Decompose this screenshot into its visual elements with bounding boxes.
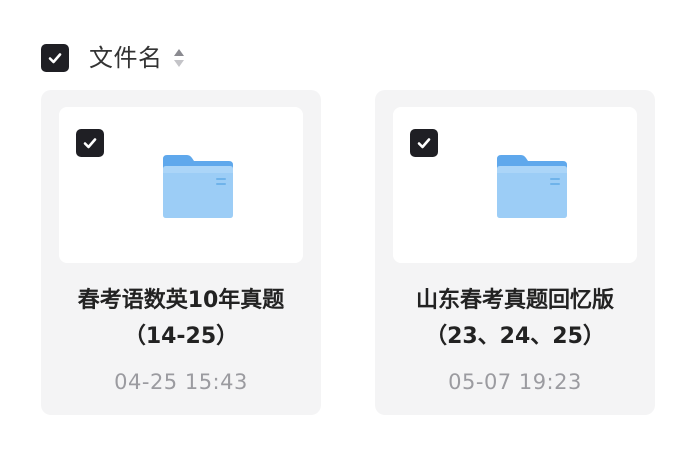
folder-icon	[497, 155, 567, 218]
checkmark-icon	[48, 53, 62, 64]
folder-icon	[163, 155, 233, 218]
file-select-checkbox[interactable]	[410, 129, 438, 157]
sort-updown-icon[interactable]	[173, 47, 185, 69]
file-list-header: 文件名	[41, 42, 185, 74]
file-name: 春考语数英10年真题 （14-25）	[41, 283, 321, 355]
checkmark-icon	[83, 138, 97, 149]
file-name-line1: 山东春考真题回忆版	[415, 288, 614, 313]
file-card[interactable]: 春考语数英10年真题 （14-25） 04-25 15:43	[41, 90, 321, 415]
file-modified-time: 05-07 19:23	[448, 370, 582, 394]
checkmark-icon	[417, 138, 431, 149]
select-all-checkbox[interactable]	[41, 44, 69, 72]
file-thumbnail[interactable]	[393, 107, 637, 263]
file-name: 山东春考真题回忆版 （23、24、25）	[375, 283, 655, 355]
file-name-line1: 春考语数英10年真题	[77, 288, 285, 313]
file-name-line2: （14-25）	[123, 324, 239, 349]
file-name-line2: （23、24、25）	[425, 324, 605, 349]
file-thumbnail[interactable]	[59, 107, 303, 263]
filename-column-header[interactable]: 文件名	[89, 42, 163, 74]
file-select-checkbox[interactable]	[76, 129, 104, 157]
file-card[interactable]: 山东春考真题回忆版 （23、24、25） 05-07 19:23	[375, 90, 655, 415]
file-modified-time: 04-25 15:43	[114, 370, 248, 394]
